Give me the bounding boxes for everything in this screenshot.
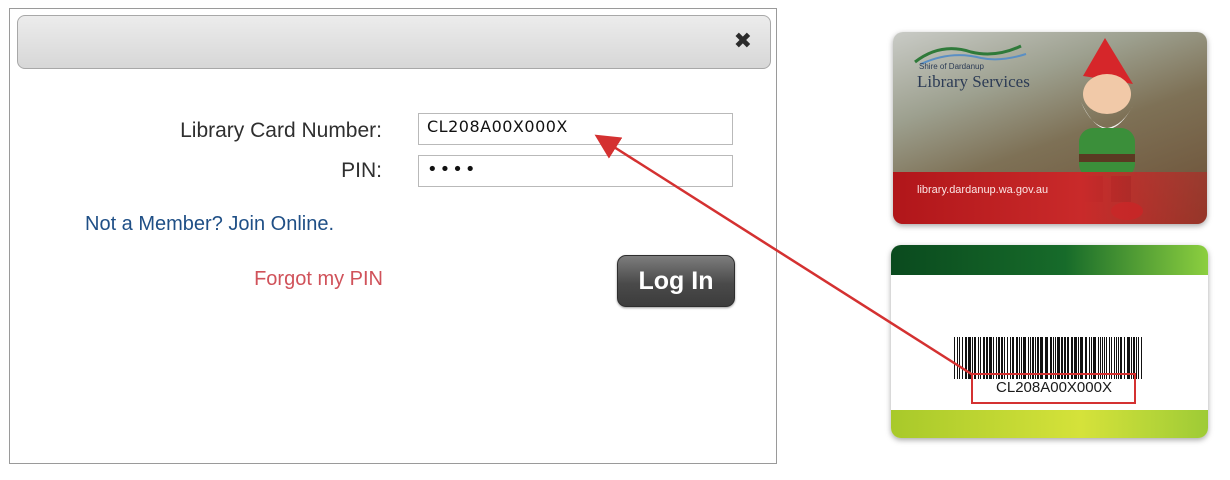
close-icon[interactable]: ✖	[734, 30, 752, 54]
card-top-band	[891, 245, 1208, 275]
barcode-highlight-box	[971, 373, 1136, 404]
card-shire-text: Shire of Dardanup	[919, 62, 984, 71]
card-number-input[interactable]: CL208A00X000X	[418, 113, 733, 145]
pin-label: PIN:	[341, 159, 382, 182]
join-online-link[interactable]: Not a Member? Join Online.	[85, 213, 334, 236]
card-title: Library Services	[917, 72, 1030, 91]
card-number-label: Library Card Number:	[180, 119, 382, 142]
card-url: library.dardanup.wa.gov.au	[917, 184, 1049, 196]
card-bottom-band	[891, 410, 1208, 438]
card-red-band	[893, 172, 1207, 224]
login-button[interactable]: Log In	[617, 255, 735, 307]
forgot-pin-link[interactable]: Forgot my PIN	[200, 268, 383, 291]
library-card-back: CL208A00X000X	[891, 245, 1208, 438]
library-card-front: Shire of Dardanup Library Services libra…	[893, 32, 1207, 224]
pin-input[interactable]: ••••	[418, 155, 733, 187]
dialog-titlebar: ✖	[17, 15, 771, 69]
login-dialog: ✖ Library Card Number: CL208A00X000X PIN…	[9, 8, 777, 464]
